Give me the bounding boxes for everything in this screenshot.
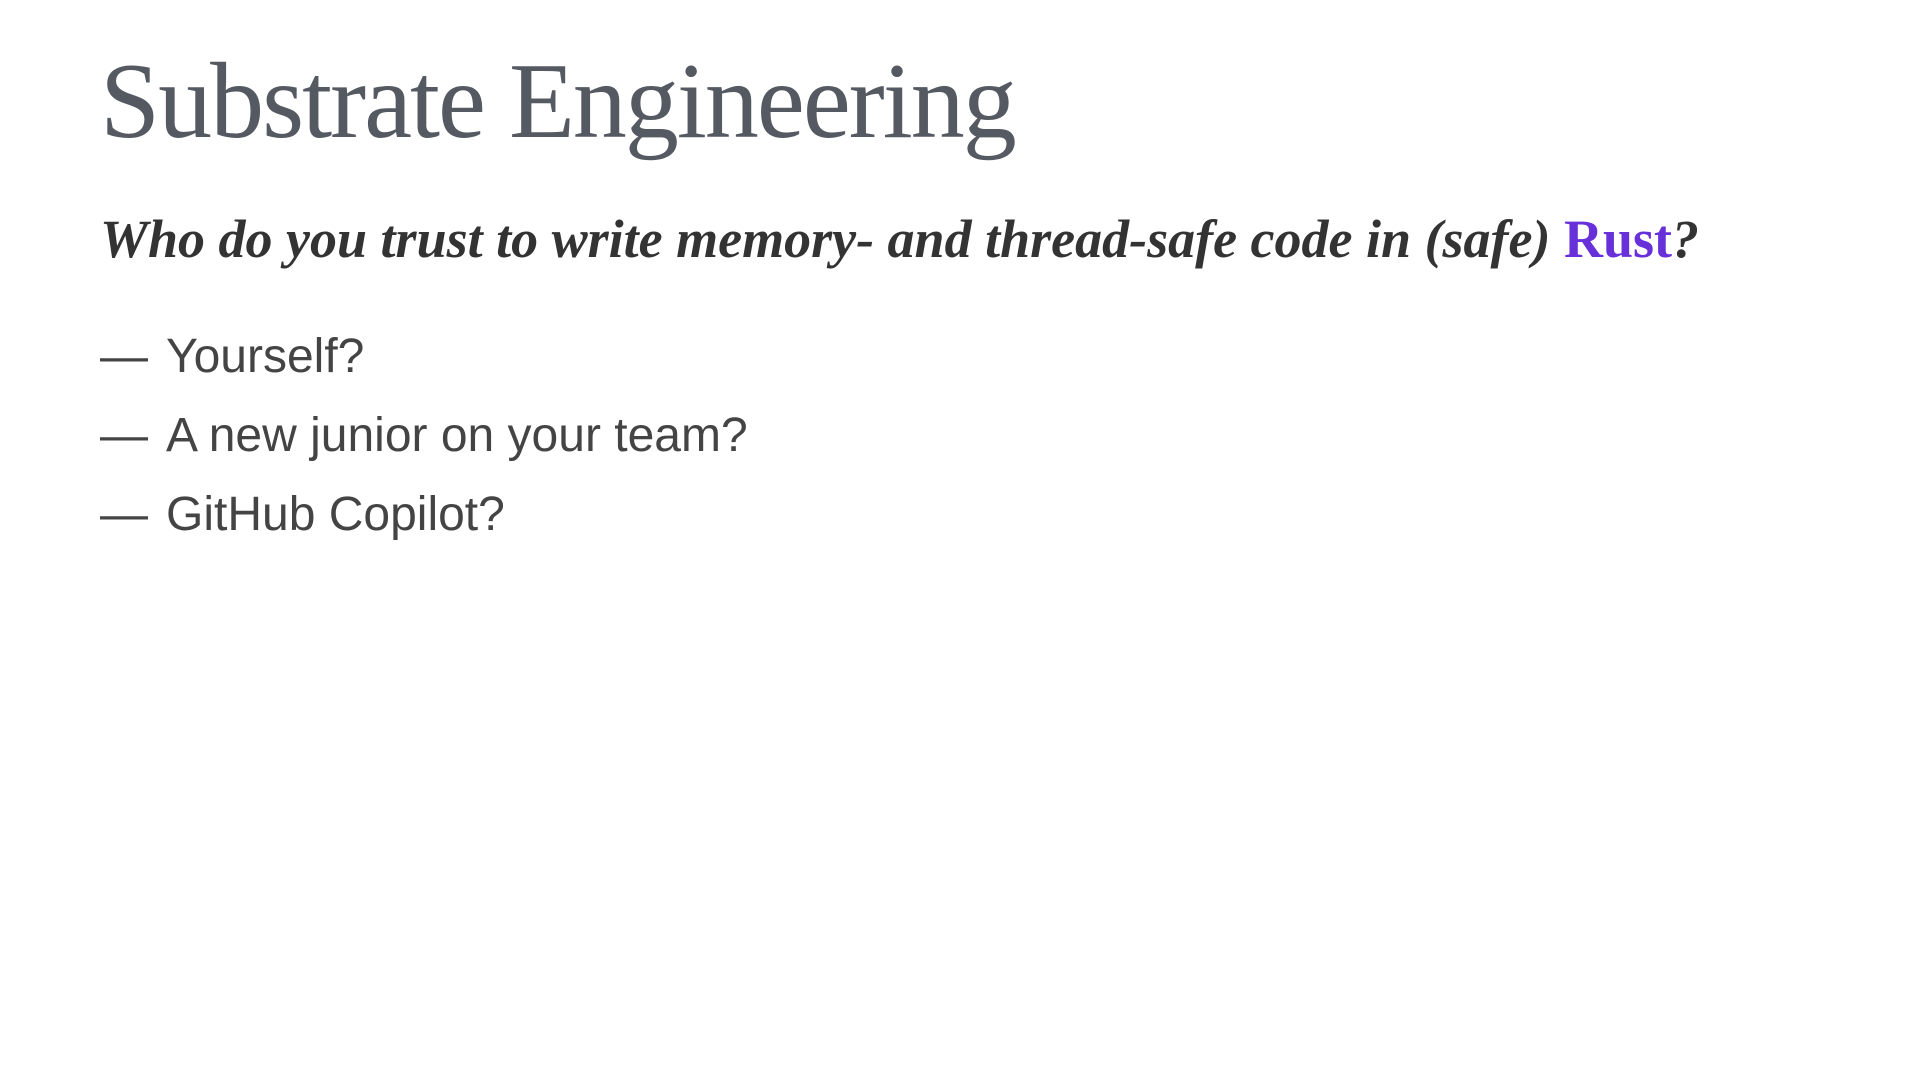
question-highlight: Rust (1564, 209, 1672, 269)
list-item: — A new junior on your team? (100, 408, 1820, 463)
bullet-text: GitHub Copilot? (166, 487, 505, 542)
bullet-text: A new junior on your team? (166, 408, 748, 463)
list-item: — Yourself? (100, 329, 1820, 384)
bullet-dash-icon: — (100, 487, 148, 542)
slide-question: Who do you trust to write memory- and th… (100, 204, 1820, 274)
bullet-text: Yourself? (166, 329, 364, 384)
question-prefix: Who do you trust to write memory- and th… (100, 209, 1564, 269)
bullet-list: — Yourself? — A new junior on your team?… (100, 329, 1820, 542)
question-suffix: ? (1672, 209, 1699, 269)
slide-container: Substrate Engineering Who do you trust t… (0, 0, 1920, 1080)
slide-title: Substrate Engineering (100, 40, 1820, 164)
bullet-dash-icon: — (100, 329, 148, 384)
bullet-dash-icon: — (100, 408, 148, 463)
list-item: — GitHub Copilot? (100, 487, 1820, 542)
